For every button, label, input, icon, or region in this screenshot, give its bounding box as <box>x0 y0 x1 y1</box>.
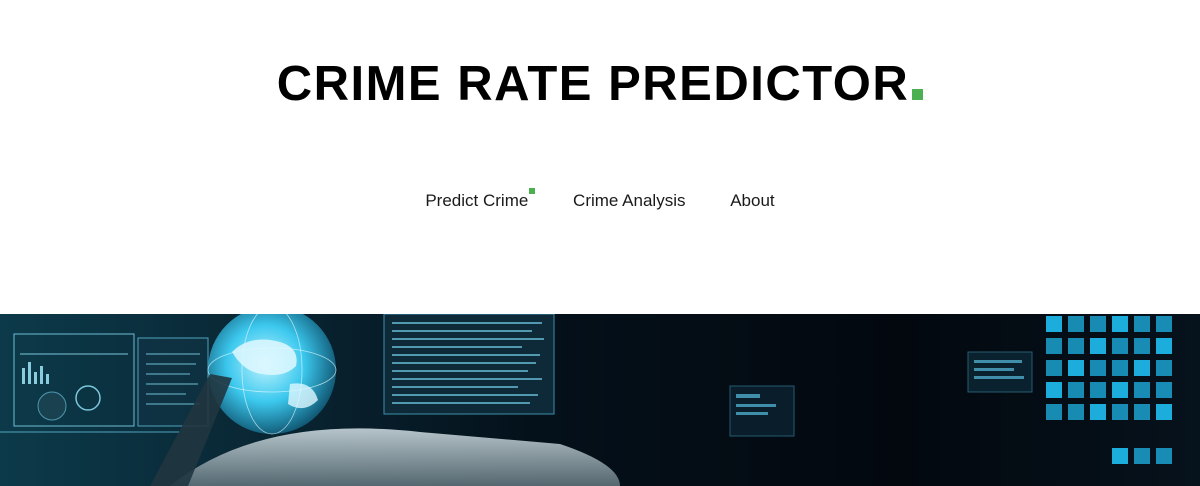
grid-square <box>1090 404 1106 420</box>
main-nav: Predict Crime Crime Analysis About <box>0 188 1200 211</box>
page-title-text: CRIME RATE PREDICTOR <box>276 57 910 111</box>
active-indicator-dot <box>529 188 536 194</box>
grid-square <box>1090 316 1106 332</box>
grid-square <box>1068 382 1084 398</box>
page-title: CRIME RATE PREDICTOR <box>277 56 924 112</box>
nav-item-label: About <box>730 191 775 210</box>
page: CRIME RATE PREDICTOR Predict Crime Crime… <box>0 0 1200 486</box>
grid-square <box>1134 360 1150 376</box>
grid-square <box>1068 360 1084 376</box>
grid-square <box>1134 338 1150 354</box>
title-wrap: CRIME RATE PREDICTOR <box>0 56 1200 112</box>
hero-banner <box>0 314 1200 486</box>
title-accent-dot <box>912 89 924 100</box>
grid-square <box>1112 382 1128 398</box>
nav-item-crime-analysis[interactable]: Crime Analysis <box>573 191 685 211</box>
grid-square <box>1156 448 1172 464</box>
grid-square <box>1046 382 1062 398</box>
nav-item-label: Crime Analysis <box>573 191 686 210</box>
grid-square <box>1112 316 1128 332</box>
grid-square <box>1156 360 1172 376</box>
grid-square <box>1156 316 1172 332</box>
nav-item-about[interactable]: About <box>730 191 774 211</box>
grid-square <box>1134 382 1150 398</box>
grid-square <box>1112 360 1128 376</box>
grid-square <box>1156 404 1172 420</box>
grid-square <box>1112 404 1128 420</box>
grid-square <box>1090 360 1106 376</box>
grid-square <box>1068 404 1084 420</box>
grid-square <box>1134 316 1150 332</box>
grid-square <box>1046 338 1062 354</box>
nav-item-predict-crime[interactable]: Predict Crime <box>425 188 536 211</box>
grid-square <box>1134 448 1150 464</box>
grid-square <box>1112 448 1128 464</box>
grid-square <box>1156 338 1172 354</box>
grid-square <box>1090 382 1106 398</box>
nav-item-label: Predict Crime <box>425 191 529 210</box>
grid-square <box>1046 360 1062 376</box>
site-header: CRIME RATE PREDICTOR Predict Crime Crime… <box>0 0 1200 314</box>
grid-square <box>1156 382 1172 398</box>
grid-square <box>1068 338 1084 354</box>
grid-square <box>1046 404 1062 420</box>
data-column <box>383 314 555 415</box>
grid-square <box>1112 338 1128 354</box>
grid-square <box>1068 316 1084 332</box>
cyber-technology-globe-image <box>0 314 1200 486</box>
grid-square <box>1046 316 1062 332</box>
grid-square <box>1134 404 1150 420</box>
grid-square <box>1090 338 1106 354</box>
